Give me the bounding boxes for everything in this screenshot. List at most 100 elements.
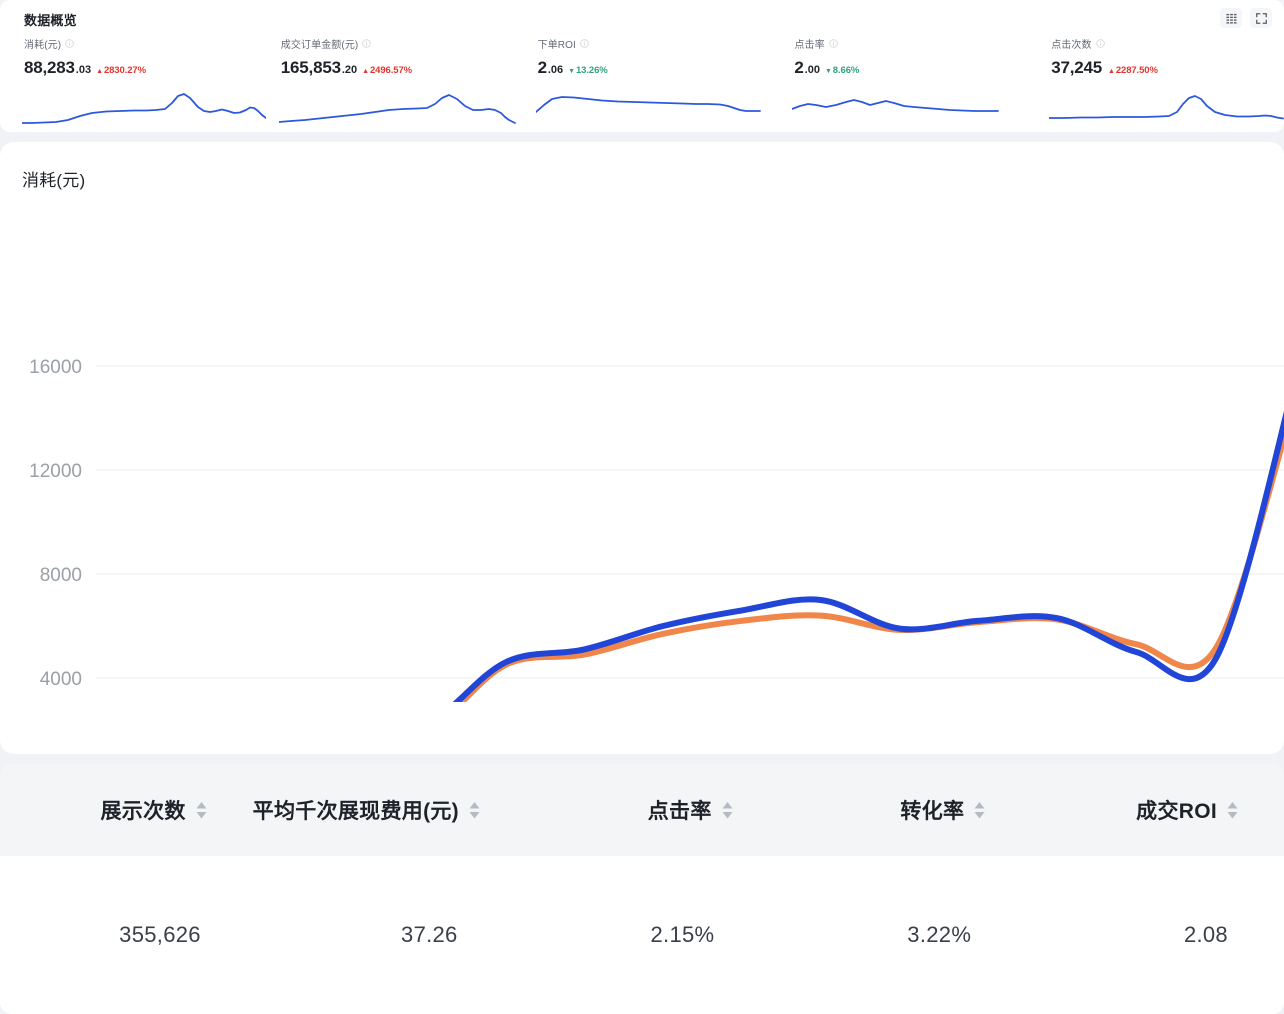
sort-toggle-icon[interactable] (974, 801, 985, 819)
table-header-row: 展示次数 平均千次展现费用(元) 点击率 转化率 成交ROI (0, 764, 1284, 856)
sort-toggle-icon[interactable] (1227, 801, 1238, 819)
y-axis-tick-label: 4000 (40, 669, 82, 690)
metric-delta: ▲2496.57% (362, 65, 412, 76)
arrow-up-icon: ▲ (1107, 68, 1115, 75)
cell-impressions: 355,626 (119, 922, 201, 947)
overview-actions (1220, 8, 1272, 28)
metric-value-row: 88,283 .03 ▲2830.27% (24, 58, 257, 78)
fullscreen-icon[interactable] (1250, 8, 1272, 28)
metric-head: 点击次数 (1051, 36, 1284, 51)
arrow-down-icon: ▼ (824, 68, 832, 75)
metric-value-decimal: .06 (547, 64, 564, 76)
info-icon[interactable] (828, 38, 838, 48)
column-label: 平均千次展现费用(元) (252, 800, 459, 823)
metric-label: 成交订单金额(元) (280, 39, 359, 51)
table-view-icon[interactable] (1220, 8, 1242, 28)
table-header-click-rate[interactable]: 点击率 (526, 795, 779, 825)
metric-value-decimal: .00 (804, 64, 820, 76)
sparkline-click-rate (792, 90, 1022, 130)
metric-head: 成交订单金额(元) (280, 36, 514, 51)
metric-value-row: 165,853 .20 ▲2496.57% (281, 58, 514, 78)
metric-card-click-count[interactable]: 点击次数 37,245 ▲2287.50% (1027, 36, 1284, 132)
sort-descending-icon (469, 811, 480, 818)
metric-delta: ▲2287.50% (1108, 65, 1158, 76)
metric-delta-value: 2830.27% (103, 65, 146, 76)
metrics-table: 展示次数 平均千次展现费用(元) 点击率 转化率 成交ROI 355,626 3… (0, 764, 1284, 1014)
sort-toggle-icon[interactable] (196, 801, 207, 819)
column-label: 展示次数 (100, 800, 186, 823)
sort-descending-icon (196, 811, 207, 818)
metric-card-click-rate[interactable]: 点击率 2 .00 ▼8.66% (770, 36, 1027, 132)
metric-card-order-roi[interactable]: 下单ROI 2 .06 ▼13.26% (514, 36, 771, 132)
metric-label: 消耗(元) (24, 39, 62, 51)
metric-value-integer: 88,283 (24, 58, 75, 77)
sparkline-svg (792, 99, 1000, 112)
sparkline-path (535, 96, 761, 113)
metric-value-decimal: .03 (75, 64, 92, 76)
cell-conversion-rate: 3.22% (907, 922, 972, 947)
sparkline-path (22, 93, 266, 124)
sort-ascending-icon (196, 801, 207, 808)
metrics-row: 消耗(元) 88,283 .03 ▲2830.27% 成交订单金额(元) 165… (0, 36, 1284, 132)
table-header-conversion-rate[interactable]: 转化率 (779, 795, 1032, 825)
y-axis-tick-label: 8000 (40, 565, 82, 586)
chart-series-series-blue (283, 410, 1284, 754)
sparkline-path (1049, 95, 1284, 120)
sort-descending-icon (974, 811, 985, 818)
sort-toggle-icon[interactable] (469, 801, 480, 819)
sparkline-path (792, 99, 1000, 112)
info-icon[interactable] (65, 38, 74, 48)
metric-value-row: 37,245 ▲2287.50% (1051, 58, 1284, 78)
metric-card-consumption[interactable]: 消耗(元) 88,283 .03 ▲2830.27% (0, 36, 266, 132)
metric-value-integer: 2 (794, 58, 804, 77)
info-icon[interactable] (580, 38, 589, 48)
arrow-up-icon: ▲ (96, 68, 103, 75)
sparkline-path (278, 94, 516, 124)
metric-value-row: 2 .06 ▼13.26% (538, 58, 771, 78)
metric-delta-value: 8.66% (832, 65, 860, 76)
column-label: 成交ROI (1136, 800, 1217, 823)
sort-descending-icon (722, 811, 733, 818)
metric-head: 点击率 (794, 36, 1027, 51)
metric-head: 下单ROI (537, 36, 771, 51)
table-row[interactable]: 355,626 37.26 2.15% 3.22% 2.08 (0, 856, 1284, 1014)
chart-svg: 040008000120001600006-0106-0206-0306-040… (29, 357, 1284, 754)
table-view-glyph (1225, 12, 1237, 24)
metric-delta-value: 13.26% (576, 65, 608, 76)
metric-delta-value: 2496.57% (370, 65, 412, 76)
metric-value-row: 2 .00 ▼8.66% (794, 58, 1027, 78)
cell-deal-roi: 2.08 (1183, 922, 1228, 947)
sparkline-click-count (1049, 90, 1284, 130)
sort-descending-icon (1227, 811, 1238, 818)
info-icon[interactable] (1095, 38, 1105, 48)
sort-ascending-icon (469, 801, 480, 808)
metric-card-order-amount[interactable]: 成交订单金额(元) 165,853 .20 ▲2496.57% (257, 36, 516, 132)
main-chart-card: 消耗(元) 040008000120001600006-0106-0206-03… (0, 142, 1284, 754)
cell-click-rate: 2.15% (650, 922, 715, 947)
table-header-deal-roi[interactable]: 成交ROI (1031, 795, 1284, 825)
sort-toggle-icon[interactable] (722, 801, 733, 819)
arrow-up-icon: ▲ (362, 68, 369, 75)
metric-delta: ▼13.26% (568, 65, 608, 76)
chart-series-series-orange (299, 426, 1284, 754)
metric-head: 消耗(元) (24, 36, 257, 51)
table-body: 355,626 37.26 2.15% 3.22% 2.08 (0, 856, 1284, 1014)
sparkline-svg (1049, 95, 1284, 120)
metric-value-integer: 165,853 (280, 58, 341, 77)
sparkline-svg (278, 94, 516, 124)
line-chart[interactable]: 040008000120001600006-0106-0206-0306-040… (0, 142, 1284, 754)
column-label: 点击率 (647, 800, 712, 823)
metric-label: 下单ROI (537, 39, 576, 51)
table-header-cpm[interactable]: 平均千次展现费用(元) (253, 795, 526, 825)
info-icon[interactable] (362, 38, 372, 48)
arrow-down-icon: ▼ (568, 68, 575, 75)
sort-ascending-icon (722, 801, 733, 808)
metric-delta: ▲2830.27% (96, 65, 146, 76)
sparkline-order-amount (278, 90, 516, 130)
metric-label: 点击次数 (1051, 39, 1092, 51)
table-header-impressions[interactable]: 展示次数 (0, 795, 253, 825)
sort-ascending-icon (1227, 801, 1238, 808)
metric-delta: ▼8.66% (825, 65, 859, 76)
overview-card: 数据概览 消耗(元) 88,283 .03 ▲2830.27% 成交订单金额(元… (0, 0, 1284, 132)
sparkline-svg (22, 93, 266, 124)
